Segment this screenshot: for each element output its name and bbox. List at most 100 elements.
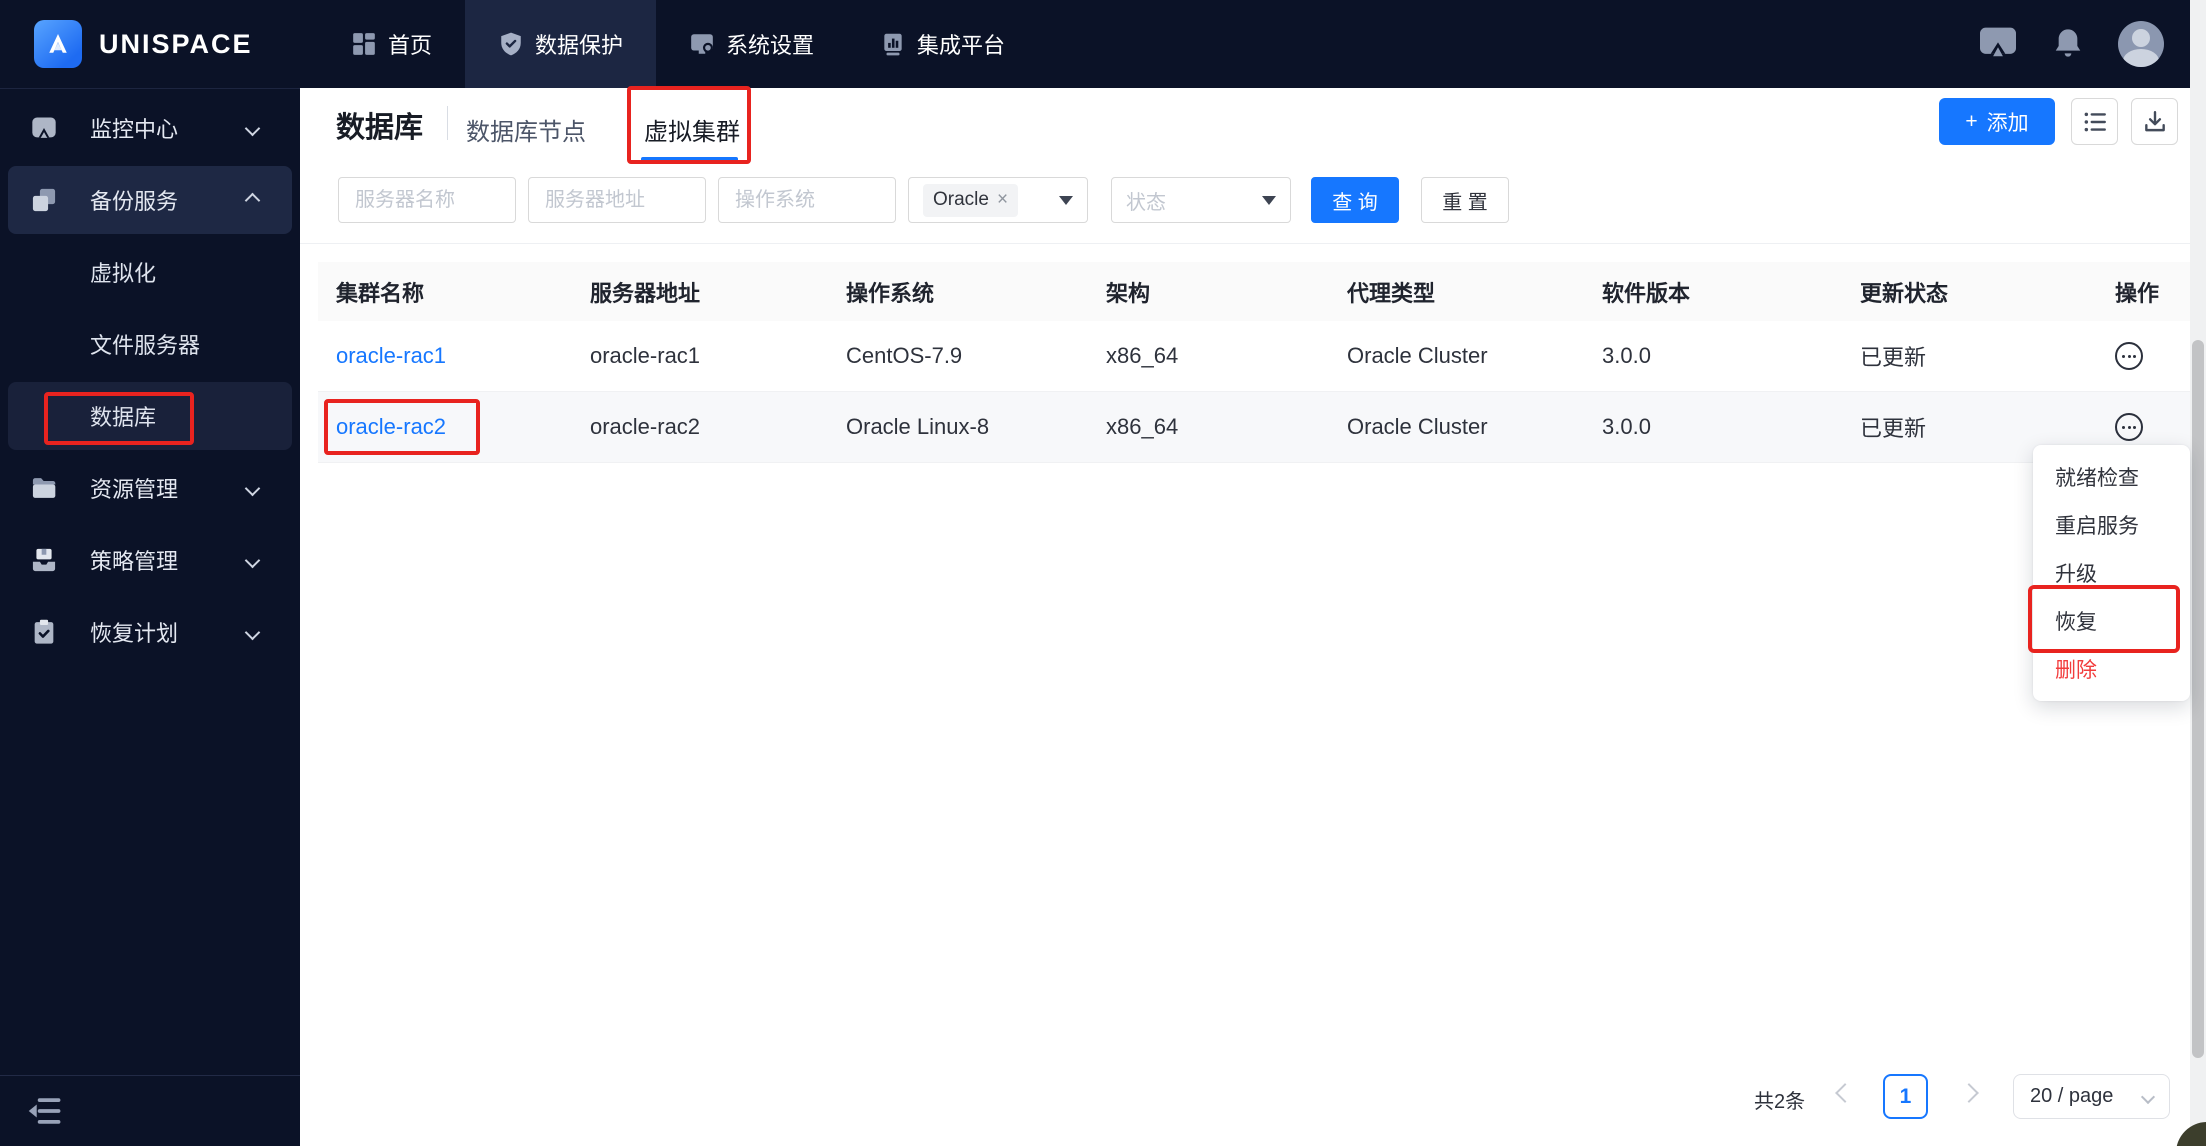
- avatar-body-shape: [2123, 49, 2159, 67]
- col-server-address: 服务器地址: [590, 280, 701, 306]
- select-caret-icon: [1059, 195, 1073, 205]
- col-agent-type: 代理类型: [1347, 280, 1436, 306]
- user-avatar[interactable]: [2118, 21, 2164, 67]
- reset-button[interactable]: 重 置: [1421, 177, 1509, 223]
- topnav-label: 系统设置: [726, 33, 815, 58]
- topnav-item-home[interactable]: 首页: [318, 0, 465, 88]
- backup-copy-icon: [30, 186, 58, 214]
- chevron-down-icon: [2140, 1089, 2156, 1104]
- sidebar-item-resource-management[interactable]: 资源管理: [0, 452, 300, 524]
- chevron-down-icon: [244, 552, 261, 568]
- query-button[interactable]: 查 询: [1311, 177, 1399, 223]
- sidebar-item-file-server[interactable]: 文件服务器: [0, 308, 300, 380]
- sidebar-item-label: 策略管理: [90, 549, 179, 574]
- col-update-status: 更新状态: [1860, 280, 1949, 306]
- shield-check-icon: [501, 32, 521, 56]
- table-row: oracle-rac2 oracle-rac2 Oracle Linux-8 x…: [318, 392, 2190, 463]
- menu-item-delete[interactable]: 删除: [2033, 645, 2190, 693]
- tab-database-nodes[interactable]: 数据库节点: [466, 112, 586, 147]
- cell-os: Oracle Linux-8: [846, 414, 990, 439]
- cluster-table: 集群名称 服务器地址 操作系统 架构 代理类型 软件版本 更新状态 操作 ora…: [318, 262, 2190, 463]
- sidebar-footer-divider: [0, 1075, 300, 1076]
- cell-agent-type: Oracle Cluster: [1347, 414, 1488, 439]
- archive-save-icon: [30, 546, 58, 574]
- server-address-input[interactable]: [528, 177, 706, 223]
- list-view-button[interactable]: [2071, 98, 2118, 145]
- row-actions-more-icon[interactable]: [2115, 342, 2143, 370]
- add-button-label: 添加: [1986, 111, 2029, 135]
- top-bar: UNISPACE 首页 数据保护 系统设置 集成平台: [0, 0, 2190, 88]
- cell-version: 3.0.0: [1602, 414, 1651, 439]
- sidebar-item-label: 监控中心: [90, 117, 179, 142]
- sidebar-item-label: 数据库: [90, 405, 157, 430]
- pagination-next-icon[interactable]: [1959, 1083, 1979, 1103]
- cell-arch: x86_64: [1106, 414, 1179, 439]
- os-input[interactable]: [718, 177, 896, 223]
- topbar-right: [1978, 0, 2164, 88]
- row-actions-menu: 就绪检查 重启服务 升级 恢复 删除: [2033, 445, 2190, 701]
- col-cluster-name: 集群名称: [336, 280, 425, 306]
- screen-share-icon[interactable]: [1978, 26, 2018, 62]
- sidebar-item-policy-management[interactable]: 策略管理: [0, 524, 300, 596]
- sidebar-item-database[interactable]: 数据库: [0, 380, 300, 452]
- topnav-item-integration-platform[interactable]: 集成平台: [847, 0, 1038, 88]
- brand-logo-icon: [34, 20, 82, 68]
- select-caret-icon: [1262, 195, 1276, 205]
- col-arch: 架构: [1106, 280, 1151, 306]
- table-row: oracle-rac1 oracle-rac1 CentOS-7.9 x86_6…: [318, 321, 2190, 392]
- sidebar-item-backup-service[interactable]: 备份服务: [0, 164, 300, 236]
- add-button[interactable]: + 添加: [1939, 98, 2055, 145]
- sidebar-item-label: 恢复计划: [90, 621, 179, 646]
- db-type-tag-label: Oracle: [933, 189, 989, 210]
- chevron-down-icon: [244, 480, 261, 496]
- menu-item-upgrade[interactable]: 升级: [2033, 549, 2190, 597]
- integration-platform-icon: [884, 33, 902, 56]
- chevron-down-icon: [244, 120, 261, 136]
- sidebar: 监控中心 备份服务 虚拟化 文件服务器 数据库 资源管理 策略管理 恢复计划: [0, 88, 300, 1146]
- dashboard-icon: [353, 33, 375, 55]
- db-type-select[interactable]: Oracle ×: [908, 177, 1088, 223]
- cell-arch: x86_64: [1106, 343, 1179, 368]
- download-button[interactable]: [2131, 98, 2178, 145]
- section-divider: [300, 243, 2190, 244]
- topnav-item-system-settings[interactable]: 系统设置: [656, 0, 847, 88]
- row-actions-more-icon[interactable]: [2115, 413, 2143, 441]
- cell-update-status: 已更新: [1860, 416, 1927, 441]
- notification-bell-icon[interactable]: [2052, 26, 2084, 62]
- folder-icon: [30, 474, 58, 502]
- tab-virtual-cluster[interactable]: 虚拟集群: [644, 112, 740, 147]
- menu-item-restart-service[interactable]: 重启服务: [2033, 501, 2190, 549]
- cell-version: 3.0.0: [1602, 343, 1651, 368]
- status-select[interactable]: 状态: [1111, 177, 1291, 223]
- system-settings-icon: [691, 34, 713, 54]
- db-type-tag: Oracle ×: [923, 183, 1019, 217]
- sidebar-item-label: 备份服务: [90, 189, 179, 214]
- sidebar-item-label: 资源管理: [90, 477, 179, 502]
- server-name-input[interactable]: [338, 177, 516, 223]
- sidebar-item-monitor-center[interactable]: 监控中心: [0, 92, 300, 164]
- floating-widget-button[interactable]: [2176, 1122, 2206, 1146]
- sidebar-item-recovery-plan[interactable]: 恢复计划: [0, 596, 300, 668]
- topnav-label: 集成平台: [917, 33, 1006, 58]
- title-divider: [447, 106, 448, 140]
- scrollbar-thumb[interactable]: [2192, 340, 2204, 1058]
- cell-server-address: oracle-rac1: [590, 343, 701, 368]
- avatar-head-shape: [2132, 29, 2150, 47]
- menu-item-restore[interactable]: 恢复: [2033, 597, 2190, 645]
- menu-item-readiness-check[interactable]: 就绪检查: [2033, 453, 2190, 501]
- pagination-page-1[interactable]: 1: [1883, 1074, 1928, 1119]
- tag-close-icon[interactable]: ×: [997, 189, 1008, 211]
- cluster-link-oracle-rac1[interactable]: oracle-rac1: [336, 343, 446, 368]
- clipboard-check-icon: [30, 618, 58, 646]
- col-actions: 操作: [2115, 280, 2160, 306]
- pagination-prev-icon[interactable]: [1835, 1083, 1855, 1103]
- col-os: 操作系统: [846, 280, 935, 306]
- cluster-link-oracle-rac2[interactable]: oracle-rac2: [336, 414, 446, 439]
- sidebar-item-label: 虚拟化: [90, 261, 157, 286]
- sidebar-item-virtualization[interactable]: 虚拟化: [0, 236, 300, 308]
- page-size-select[interactable]: 20 / page: [2013, 1074, 2170, 1119]
- pagination-total: 共2条: [1754, 1091, 1806, 1113]
- top-nav: 首页 数据保护 系统设置 集成平台: [318, 0, 1038, 88]
- topnav-item-data-protection[interactable]: 数据保护: [465, 0, 657, 88]
- collapse-sidebar-icon[interactable]: [26, 1095, 66, 1131]
